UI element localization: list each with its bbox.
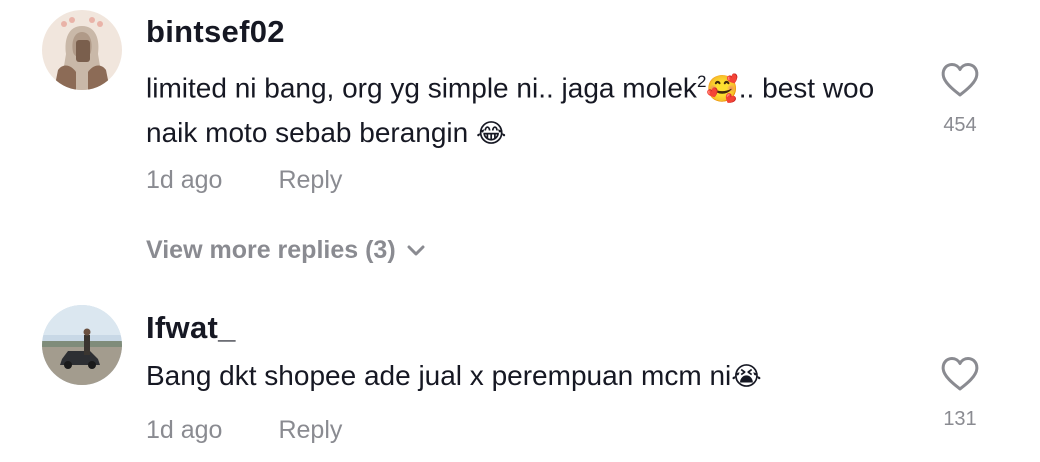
hijab-selfie-avatar-icon (42, 10, 122, 90)
avatar[interactable] (42, 10, 122, 90)
comment-text: limited ni bang, org yg simple ni.. jaga… (146, 60, 916, 156)
chevron-down-icon (407, 245, 425, 256)
heart-icon[interactable] (940, 356, 980, 392)
like-count: 454 (943, 114, 977, 136)
reply-button[interactable]: Reply (278, 416, 342, 444)
superscript: 2 (696, 72, 707, 91)
username[interactable]: bintsef02 (146, 14, 285, 50)
loudly-crying-face-emoji: 😭 (731, 362, 762, 392)
reply-button[interactable]: Reply (278, 166, 342, 194)
timestamp: 1d ago (146, 416, 223, 444)
comment-text: Bang dkt shopee ade jual x perempuan mcm… (146, 354, 916, 399)
view-more-replies-button[interactable]: View more replies (3) (146, 236, 426, 265)
timestamp: 1d ago (146, 166, 223, 194)
avatar[interactable] (42, 305, 122, 385)
smiling-face-hearts-emoji: 🥰 (706, 74, 739, 105)
username[interactable]: Ifwat_ (146, 310, 236, 346)
like-count: 131 (943, 408, 977, 430)
comment-text-part: Bang dkt shopee ade jual x perempuan mcm… (146, 360, 732, 391)
comment-meta: 1d ago Reply (146, 166, 342, 195)
view-more-replies-label: View more replies (3) (146, 236, 396, 264)
heart-icon[interactable] (940, 62, 980, 98)
person-with-car-avatar-icon (42, 305, 122, 385)
comment-meta: 1d ago Reply (146, 416, 342, 445)
comment-text-part: limited ni bang, org yg simple ni.. jaga… (146, 72, 697, 104)
tears-of-joy-emoji: 😂 (476, 119, 507, 150)
